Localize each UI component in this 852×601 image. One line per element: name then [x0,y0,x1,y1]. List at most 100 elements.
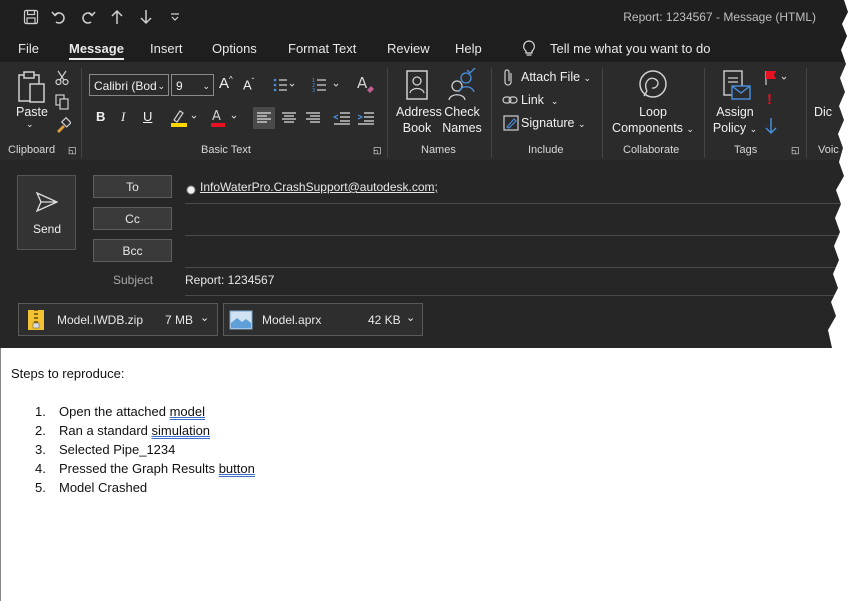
chevron-down-icon: ⌄ [157,81,165,91]
customize-qat-icon[interactable] [164,6,186,28]
font-name-value: Calibri (Bod [94,79,157,93]
bcc-field-line[interactable] [185,267,852,268]
highlight-icon[interactable] [170,108,200,133]
attach-file-label: Attach File [521,70,581,84]
signature-label: Signature [521,116,575,130]
clipboard-launcher-icon[interactable]: ◱ [68,145,77,156]
grow-font-button[interactable]: A^ [219,75,233,92]
step-text-main: Selected Pipe_1234 [59,442,176,457]
step-spellcheck-word: button [218,461,255,476]
attach-file-button[interactable]: Attach File ⌄ [521,70,591,84]
underline-button[interactable]: U [143,109,152,124]
copy-icon[interactable] [55,94,69,115]
tab-help[interactable]: Help [455,41,482,56]
down-arrow-icon[interactable] [135,6,157,28]
format-painter-icon[interactable] [55,116,72,138]
tab-insert[interactable]: Insert [150,41,183,56]
attachment-menu-chevron-icon[interactable]: ⌄ [200,311,209,324]
to-field-line[interactable] [185,203,852,204]
ribbon-separator [387,68,388,158]
low-importance-icon[interactable] [764,117,778,140]
loop-components-button[interactable]: Loop Components ⌄ [612,104,694,137]
high-importance-icon[interactable]: ! [767,91,772,108]
subject-field-line [185,295,852,296]
step-spellcheck-word: simulation [151,423,211,438]
bullets-icon[interactable] [273,77,295,98]
chevron-down-icon: ⌄ [583,73,592,83]
step-number: 3. [35,442,46,457]
subject-input[interactable]: Report: 1234567 [185,273,274,287]
to-recipient[interactable]: InfoWaterPro.CrashSupport@autodesk.com; [200,180,438,194]
tags-launcher-icon[interactable]: ◱ [791,145,800,156]
paste-button[interactable]: Paste [16,104,48,120]
tab-message[interactable]: Message [69,41,124,60]
loop-label-1: Loop [639,105,667,119]
send-button[interactable]: Send [17,175,76,250]
ribbon: Paste ⌄ Clipboard ◱ Calibri (Bod ⌄ 9 ⌄ A^ … [0,62,852,160]
clipboard-group-label: Clipboard [8,144,56,156]
step-text-main: Pressed the Graph Results [59,461,219,476]
attachment-size: 42 KB [368,313,401,327]
font-size-value: 9 [176,79,183,93]
align-right-icon[interactable] [302,107,324,134]
tab-format-text[interactable]: Format Text [288,41,356,56]
to-button[interactable]: To [93,175,172,198]
up-arrow-icon[interactable] [106,6,128,28]
step-text: Model Crashed [59,480,147,495]
undo-icon[interactable] [48,6,70,28]
assign-policy-button[interactable]: Assign Policy ⌄ [711,104,759,137]
flag-icon[interactable] [764,70,792,91]
paperclip-icon [502,69,516,92]
ribbon-separator [704,68,705,158]
signature-button[interactable]: Signature ⌄ [521,116,586,130]
body-intro: Steps to reproduce: [11,366,125,381]
aprx-file-icon [229,310,253,335]
cc-button[interactable]: Cc [93,207,172,230]
font-color-icon[interactable]: A [210,108,240,133]
decrease-indent-icon[interactable] [332,107,352,134]
chevron-down-icon: ⌄ [749,124,758,134]
step-text: Open the attached model [59,404,205,419]
basic-text-launcher-icon[interactable]: ◱ [373,145,382,156]
collaborate-group-label: Collaborate [623,144,680,156]
address-book-icon[interactable] [405,70,429,105]
step-text: Selected Pipe_1234 [59,442,175,457]
save-icon[interactable] [20,6,42,28]
bold-button[interactable]: B [96,109,105,124]
redo-icon[interactable] [77,6,99,28]
bcc-button[interactable]: Bcc [93,239,172,262]
align-left-icon[interactable] [253,107,275,129]
tell-me-search[interactable]: Tell me what you want to do [550,41,710,56]
tab-file[interactable]: File [18,41,39,56]
attachment-name: Model.IWDB.zip [57,313,144,327]
clear-formatting-icon[interactable]: A [357,74,375,99]
increase-indent-icon[interactable] [356,107,376,134]
link-button[interactable]: Link ⌄ [521,93,558,107]
attachment-menu-chevron-icon[interactable]: ⌄ [406,311,415,324]
check-names-icon[interactable] [447,66,477,107]
tab-options[interactable]: Options [212,41,257,56]
loop-icon[interactable] [637,69,669,106]
cc-field-line[interactable] [185,235,852,236]
assign-label-1: Assign [716,105,754,119]
loop-label-2: Components [612,121,683,135]
cut-icon[interactable] [55,70,69,91]
align-center-icon[interactable] [278,107,300,134]
address-book-button[interactable]: Address Book [396,104,442,136]
attachment-item[interactable]: Model.aprx 42 KB ⌄ [223,303,423,336]
italic-button[interactable]: I [121,109,125,125]
attachment-item[interactable]: Model.IWDB.zip 7 MB ⌄ [18,303,218,336]
step-number: 1. [35,404,46,419]
paste-chevron-icon[interactable]: ⌄ [26,119,34,130]
font-size-select[interactable]: 9 ⌄ [171,74,214,96]
tab-review[interactable]: Review [387,41,430,56]
font-name-select[interactable]: Calibri (Bod ⌄ [89,74,169,96]
check-names-button[interactable]: Check Names [441,104,483,136]
numbering-icon[interactable]: 123 [312,77,344,98]
assign-policy-icon[interactable] [722,70,752,107]
step-number: 2. [35,423,46,438]
outlook-window: Report: 1234567 - Message (HTML) File Me… [0,0,852,348]
ribbon-tabs: File Message Insert Options Format Text … [0,36,852,62]
shrink-font-button[interactable]: Aˇ [243,77,254,92]
message-body[interactable]: Steps to reproduce: 1. Open the attached… [0,348,852,601]
